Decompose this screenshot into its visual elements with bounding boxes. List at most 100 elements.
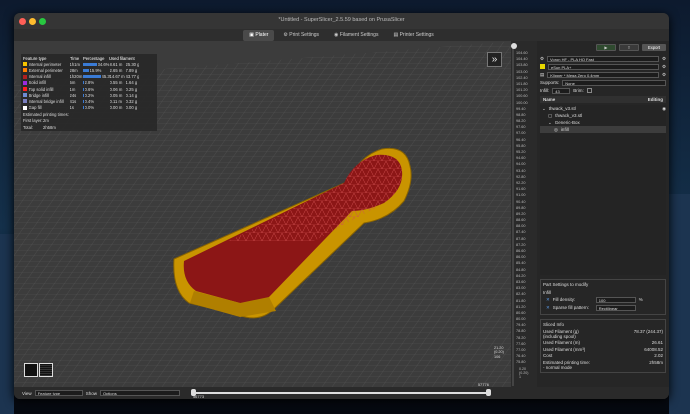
upper-thumb[interactable] — [511, 43, 517, 49]
bottom-bar: View Feature type Show Options 56773 577… — [14, 382, 669, 399]
hslider-right-thumb[interactable] — [485, 389, 491, 396]
title-bar: *Untitled - SuperSlicer_2.5.59 based on … — [14, 13, 669, 29]
legend-color-swatch — [23, 99, 27, 104]
legend-weight: 0.32 g — [125, 98, 138, 104]
tab-plater[interactable]: ▣ Plater — [243, 30, 275, 41]
remove-setting-icon[interactable]: ✕ — [546, 297, 550, 303]
legend-percent-bar — [82, 68, 89, 72]
legend-row[interactable]: External perimeter 28m 15.9% 2.65 m 7.89 g — [23, 67, 155, 73]
legend-time: 28m — [69, 67, 78, 73]
legend-color-swatch — [23, 87, 27, 92]
col-name: Name — [543, 97, 556, 102]
tab-label: Plater — [255, 31, 269, 38]
legend-panel: Feature type Time Percentage Used filame… — [21, 54, 157, 132]
legend-color-swatch — [23, 105, 27, 110]
eye-icon[interactable]: ◉ — [662, 106, 666, 112]
send-icon[interactable]: ⇪ — [619, 44, 639, 51]
supports-label: Supports: — [540, 80, 560, 85]
sparse-pattern-select[interactable]: Rectilinear — [595, 304, 636, 311]
infill-brim-row: Infill: 43 Brim: — [540, 87, 666, 94]
legend-feature: Gap fill — [28, 105, 42, 111]
view-select[interactable]: Feature type — [34, 390, 83, 396]
export-button[interactable]: Export — [642, 44, 666, 51]
part-name: thwack_v3.stl — [555, 113, 583, 118]
tab-printer-settings[interactable]: ▤ Printer Settings — [387, 30, 439, 41]
print-preset-select[interactable]: Voron HF - PLA HQ Fast — [547, 55, 659, 62]
infill-select[interactable]: 43 — [552, 87, 571, 94]
part-item[interactable]: ▢ thwack_v3.stl — [540, 112, 666, 119]
legend-length: 0.00 m — [109, 105, 123, 111]
legend-col-percentage: Percentage — [83, 55, 105, 61]
layers-view-icon[interactable] — [39, 363, 53, 377]
tab-label: Printer Settings — [399, 31, 434, 38]
legend-row[interactable]: Bridge infill 24s 0.2% 0.05 m 0.14 g — [23, 92, 155, 98]
legend-percent: 0.0% — [84, 105, 95, 111]
legend-time: 1h20m — [69, 74, 83, 80]
modifier-name: Generic-Box — [554, 120, 580, 125]
total-row: Total: 2h58m — [23, 124, 155, 130]
legend-time: 5m — [69, 80, 76, 86]
sliced-info-row: Used Filament (m) 26.61 — [543, 340, 663, 345]
sliced-info-key: Used Filament (g) (including spool) — [543, 328, 579, 339]
legend-row[interactable]: Gap fill 1s 0.0% 0.00 m 0.00 g — [23, 105, 155, 111]
tab-bar: ▣ Plater ⚙ Print Settings ◉ Filament Set… — [14, 29, 669, 41]
supports-select[interactable]: None — [562, 79, 666, 86]
infill-item-name: infill — [560, 127, 569, 132]
col-editing: Editing — [647, 97, 663, 102]
legend-weight: 43.77 g — [125, 74, 140, 80]
legend-row[interactable]: Solid infill 5m 2.8% 0.55 m 1.64 g — [23, 80, 155, 86]
sliced-info-row: Used Filament (g) (including spool) 78.37… — [543, 329, 663, 339]
slider-track[interactable] — [512, 46, 514, 386]
filament-preset-select[interactable]: eSun PLA+ — [548, 63, 659, 70]
print-settings-icon: ⚙ — [540, 55, 545, 61]
collapse-sidebar-icon[interactable]: » — [487, 52, 502, 67]
sparse-pattern-row: ✕ Sparse fill pattern: Rectilinear — [546, 304, 660, 311]
brim-checkbox[interactable] — [586, 88, 592, 93]
remove-setting-icon[interactable]: ✕ — [546, 305, 550, 311]
sliced-info-key: Cost — [543, 353, 553, 358]
isometric-view-icon[interactable] — [24, 363, 38, 377]
infill-item[interactable]: ◎ infill — [540, 126, 666, 133]
view-cube-icons[interactable] — [24, 363, 54, 385]
app-window: *Untitled - SuperSlicer_2.5.59 based on … — [14, 13, 669, 399]
legend-length: 0.55 m — [109, 80, 123, 86]
chevron-down-icon: ⌄ — [548, 119, 552, 125]
legend-weight: 1.64 g — [125, 80, 138, 86]
legend-time: 1s — [69, 105, 74, 111]
print-preset-row: ⚙ Voron HF - PLA HQ Fast ⚙ — [540, 55, 666, 62]
legend-color-swatch — [23, 80, 27, 85]
modifier-item[interactable]: ⌄ Generic-Box — [540, 119, 666, 126]
legend-percent: 45.3% — [101, 74, 110, 80]
gear-icon[interactable]: ⚙ — [662, 56, 666, 62]
hslider-track[interactable] — [190, 392, 491, 394]
object-list[interactable]: ⌄ thwack_v3.stl ◉ ▢ thwack_v3.stl ⌄ Generic-… — [540, 105, 666, 275]
legend-percent: 34.6% — [97, 61, 110, 67]
legend-percent: 0.2% — [84, 92, 95, 98]
hslider-left-value: 56773 — [192, 394, 205, 399]
legend-col-feature: Feature type — [23, 55, 47, 61]
sliced-info-title: Sliced Info — [543, 322, 565, 327]
filament-color-swatch[interactable] — [540, 64, 545, 69]
printer-preset-row: ▤ Klipper * Mega Zero 0.4mm ⚙ — [540, 71, 666, 78]
fill-density-row: ✕ Fill density: 100 % — [546, 296, 660, 303]
gear-icon[interactable]: ⚙ — [662, 72, 666, 78]
gear-icon[interactable]: ⚙ — [662, 64, 666, 70]
tab-filament-settings[interactable]: ◉ Filament Settings — [328, 30, 384, 41]
legend-color-swatch — [23, 62, 27, 67]
object-item[interactable]: ⌄ thwack_v3.stl ◉ — [540, 105, 666, 112]
show-select[interactable]: Options — [99, 390, 180, 396]
legend-time: 24s — [69, 92, 77, 98]
legend-weight: 0.25 g — [125, 86, 138, 92]
3d-preview-canvas[interactable]: Feature type Time Percentage Used filame… — [14, 41, 516, 387]
tab-print-settings[interactable]: ⚙ Print Settings — [277, 30, 325, 41]
legend-feature: Bridge infill — [28, 92, 49, 98]
layer-slider[interactable]: 104.60 104.40 103.80 103.00 102.40 101.80 101.… — [511, 41, 537, 399]
legend-row[interactable]: Internal bridge infill 41s 0.4% 0.11 m 0.32 … — [23, 98, 155, 104]
supports-row: Supports: None — [540, 79, 666, 86]
slice-icon[interactable]: ▶ — [596, 44, 616, 51]
printer-preset-select[interactable]: Klipper * Mega Zero 0.4mm — [547, 71, 659, 78]
legend-row[interactable]: Top solid infill 1m 0.6% 0.06 m 0.25 g — [23, 86, 155, 92]
fill-density-input[interactable]: 100 — [595, 296, 636, 303]
legend-percent-bar — [82, 75, 101, 79]
horizontal-slider[interactable]: 56773 57776 — [190, 382, 491, 399]
